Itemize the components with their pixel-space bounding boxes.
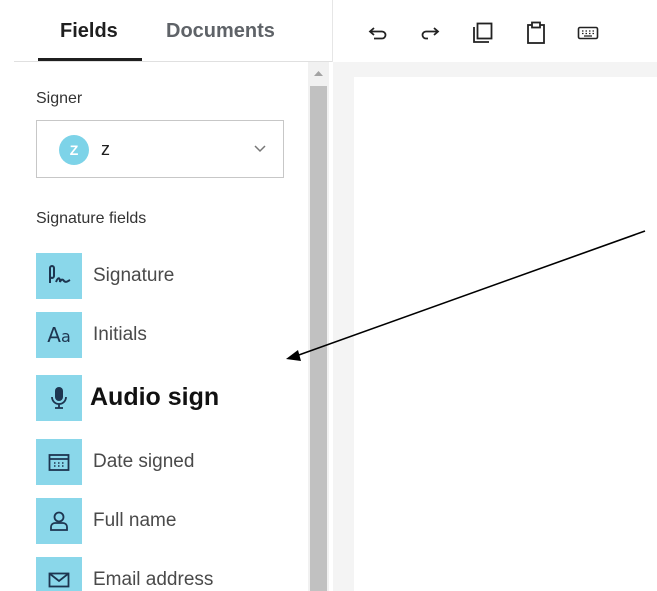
keyboard-icon[interactable] (575, 20, 601, 46)
microphone-icon (36, 375, 82, 421)
document-page[interactable] (354, 77, 657, 591)
panel-scrollbar[interactable] (308, 62, 329, 591)
signer-name: z (101, 139, 110, 159)
signer-avatar: Z (59, 135, 89, 165)
signer-label: Signer (36, 90, 83, 107)
tab-fields[interactable]: Fields (60, 20, 118, 43)
field-initials[interactable]: Aa Initials (36, 312, 276, 360)
signer-dropdown[interactable]: Z z (36, 120, 284, 178)
panel-tabs: Fields Documents (0, 0, 333, 62)
field-label: Full name (93, 510, 177, 531)
field-audio-sign[interactable]: Audio sign (36, 375, 276, 423)
copy-icon[interactable] (470, 20, 496, 46)
redo-icon[interactable] (417, 20, 443, 46)
chevron-down-icon (253, 141, 267, 160)
tab-documents[interactable]: Documents (166, 20, 275, 43)
field-label: Audio sign (90, 383, 224, 412)
fields-panel: Signer Z z Signature fields Signature Aa… (14, 62, 308, 591)
person-icon (36, 498, 82, 544)
field-label: Email address (93, 569, 214, 590)
field-label: Signature (93, 265, 175, 286)
calendar-icon (36, 439, 82, 485)
field-label: Initials (93, 324, 147, 345)
field-signature[interactable]: Signature (36, 253, 276, 301)
scroll-up-arrow-icon[interactable] (308, 62, 329, 84)
signature-icon (36, 253, 82, 299)
field-email-address[interactable]: Email address (36, 557, 276, 591)
initials-icon: Aa (36, 312, 82, 358)
field-full-name[interactable]: Full name (36, 498, 276, 546)
toolbar (333, 0, 657, 62)
paste-icon[interactable] (523, 20, 549, 46)
signature-fields-label: Signature fields (36, 210, 147, 227)
envelope-icon (36, 557, 82, 591)
field-label: Date signed (93, 451, 195, 472)
scrollbar-thumb[interactable] (310, 86, 327, 591)
field-date-signed[interactable]: Date signed (36, 439, 276, 487)
undo-icon[interactable] (365, 20, 391, 46)
